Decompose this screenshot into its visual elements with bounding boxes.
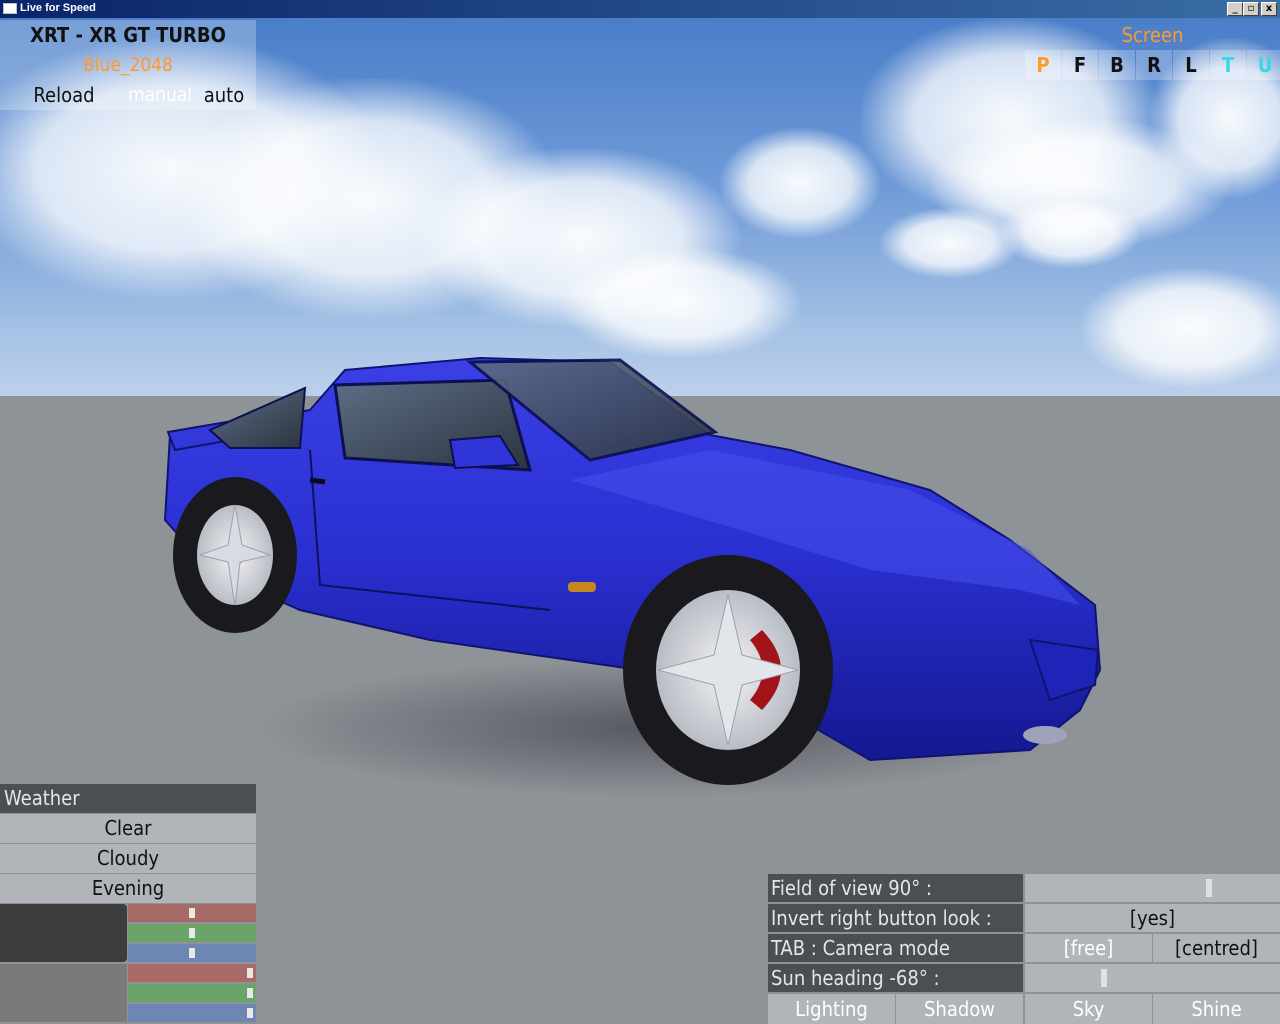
- weather-clear-button[interactable]: Clear: [0, 814, 256, 843]
- front-wheel: [623, 555, 833, 785]
- skin-name[interactable]: Blue_2048: [0, 50, 256, 80]
- camera-mode-centred-button[interactable]: [centred]: [1153, 934, 1280, 962]
- camera-mode-label: TAB : Camera mode: [768, 934, 1023, 962]
- ambient-colour-swatch: [0, 904, 127, 962]
- manual-button[interactable]: manual: [128, 80, 192, 110]
- camera-mode-free-button[interactable]: [free]: [1025, 934, 1152, 962]
- reload-button[interactable]: Reload: [0, 80, 128, 110]
- slider-knob[interactable]: [189, 948, 195, 958]
- direct-green-slider[interactable]: [128, 984, 256, 1002]
- window-title: Live for Speed: [20, 2, 96, 14]
- slider-knob[interactable]: [189, 928, 195, 938]
- view-button-u[interactable]: U: [1247, 50, 1280, 80]
- direct-blue-slider[interactable]: [128, 1004, 256, 1022]
- car-name: XRT - XR GT TURBO: [0, 20, 256, 50]
- view-button-r[interactable]: R: [1136, 50, 1172, 80]
- car-model[interactable]: [150, 340, 1110, 800]
- auto-button[interactable]: auto: [192, 80, 256, 110]
- view-button-b[interactable]: B: [1099, 50, 1135, 80]
- slider-knob[interactable]: [247, 1008, 253, 1018]
- view-button-p[interactable]: P: [1025, 50, 1061, 80]
- slider-knob[interactable]: [247, 968, 253, 978]
- fov-slider[interactable]: [1025, 874, 1280, 902]
- fov-label: Field of view 90° :: [768, 874, 1023, 902]
- invert-look-label: Invert right button look :: [768, 904, 1023, 932]
- slider-knob[interactable]: [189, 908, 195, 918]
- view-button-t[interactable]: T: [1210, 50, 1246, 80]
- screen-title: Screen: [1121, 23, 1184, 47]
- invert-look-toggle[interactable]: [yes]: [1025, 904, 1280, 932]
- weather-cloudy-button[interactable]: Cloudy: [0, 844, 256, 873]
- tab-shine[interactable]: Shine: [1153, 994, 1280, 1024]
- slider-knob[interactable]: [247, 988, 253, 998]
- tab-sky[interactable]: Sky: [1025, 994, 1152, 1024]
- restore-button[interactable]: ▫: [1243, 2, 1259, 16]
- rear-wheel: [173, 477, 297, 633]
- close-button[interactable]: x: [1261, 2, 1277, 16]
- tab-lighting[interactable]: Lighting: [768, 994, 895, 1024]
- ambient-blue-slider[interactable]: [128, 944, 256, 962]
- direct-red-slider[interactable]: [128, 964, 256, 982]
- app-icon: [3, 3, 17, 14]
- direct-colour-swatch: [0, 964, 127, 1022]
- sun-heading-label: Sun heading -68° :: [768, 964, 1023, 992]
- ambient-green-slider[interactable]: [128, 924, 256, 942]
- view-button-f[interactable]: F: [1062, 50, 1098, 80]
- fov-slider-knob[interactable]: [1206, 879, 1212, 897]
- window-titlebar[interactable]: Live for Speed _ ▫ x: [0, 0, 1280, 18]
- sun-heading-slider[interactable]: [1025, 964, 1280, 992]
- sun-heading-slider-knob[interactable]: [1101, 969, 1107, 987]
- view-button-l[interactable]: L: [1173, 50, 1209, 80]
- ambient-red-slider[interactable]: [128, 904, 256, 922]
- weather-evening-button[interactable]: Evening: [0, 874, 256, 903]
- weather-heading: Weather: [0, 784, 256, 813]
- tab-shadow[interactable]: Shadow: [896, 994, 1023, 1024]
- minimize-button[interactable]: _: [1227, 2, 1243, 16]
